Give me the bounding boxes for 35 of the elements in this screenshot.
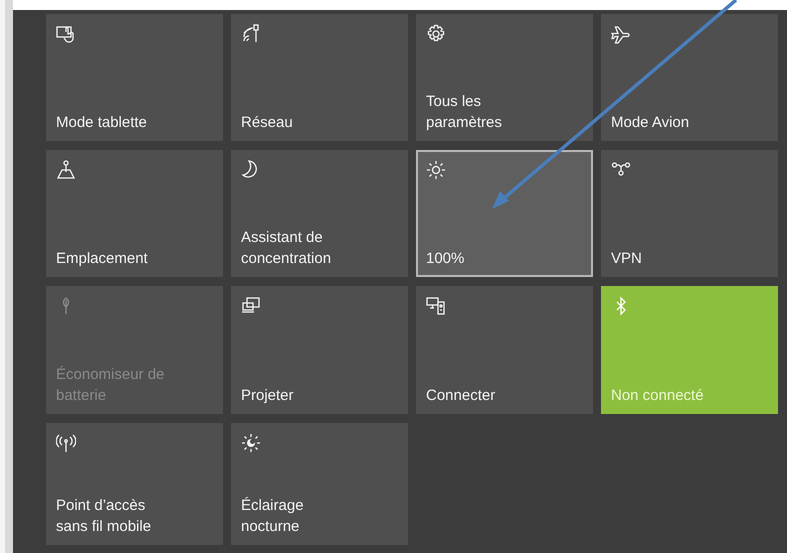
quick-action-tile[interactable]: Emplacement xyxy=(46,150,223,277)
quick-action-tile[interactable]: Projeter xyxy=(231,286,408,414)
tile-label: 100% xyxy=(426,249,466,269)
quick-action-tile[interactable]: Assistant de concentration xyxy=(231,150,408,277)
quick-action-tile[interactable]: Éclairage nocturne xyxy=(231,423,408,545)
tile-label: Mode tablette xyxy=(56,113,148,133)
quick-action-tile[interactable]: VPN xyxy=(601,150,778,277)
tile-label: Projeter xyxy=(241,386,295,406)
quick-action-tile[interactable]: Point d’accès sans fil mobile xyxy=(46,423,223,545)
tile-label: Éclairage nocturne xyxy=(241,496,305,537)
settings-icon xyxy=(426,24,446,44)
quick-action-tile[interactable]: Mode tablette xyxy=(46,14,223,141)
wifi-cellular-icon xyxy=(241,24,261,44)
night-light-icon xyxy=(241,433,261,453)
tile-label: Mode Avion xyxy=(611,113,690,133)
tile-label: Non connecté xyxy=(611,386,705,406)
airplane-icon xyxy=(611,24,631,44)
tile-label: Réseau xyxy=(241,113,294,133)
tablet-touch-icon xyxy=(56,24,76,44)
tile-label: Emplacement xyxy=(56,249,149,269)
quick-action-tile[interactable]: 100% xyxy=(416,150,593,277)
location-icon xyxy=(56,160,76,180)
hotspot-icon xyxy=(56,433,76,453)
devices-icon xyxy=(426,296,446,316)
quick-action-tile[interactable]: Connecter xyxy=(416,286,593,414)
brightness-icon xyxy=(426,160,446,180)
tile-label: Assistant de concentration xyxy=(241,228,332,269)
tile-label: Point d’accès sans fil mobile xyxy=(56,496,152,537)
quick-action-tile[interactable]: Tous les paramètres xyxy=(416,14,593,141)
quick-action-tile[interactable]: Réseau xyxy=(231,14,408,141)
tile-label: Économiseur de batterie xyxy=(56,365,166,406)
tile-label: Tous les paramètres xyxy=(426,92,503,133)
tile-label: VPN xyxy=(611,249,643,269)
quick-action-tile[interactable]: Mode Avion xyxy=(601,14,778,141)
tile-label: Connecter xyxy=(426,386,496,406)
